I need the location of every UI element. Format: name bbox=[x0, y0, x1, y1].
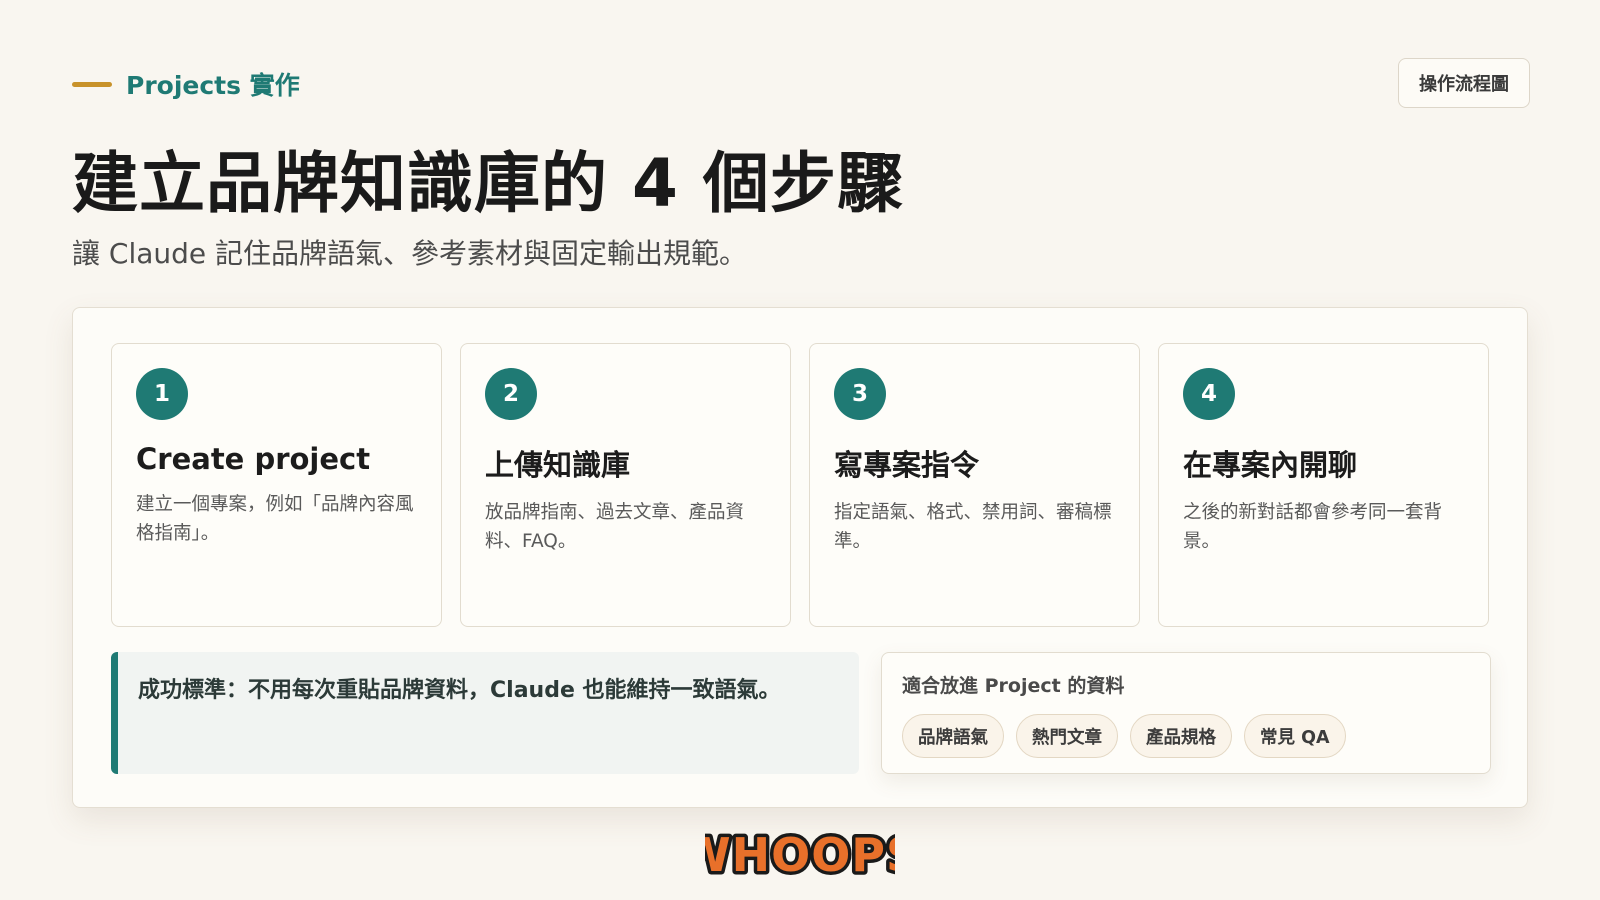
eyebrow-label: Projects 實作 bbox=[126, 71, 300, 100]
page-subtitle: 讓 Claude 記住品牌語氣、參考素材與固定輸出規範。 bbox=[72, 237, 748, 270]
whoops-logo-icon: WHOOPS WHOOPS bbox=[705, 826, 895, 882]
step-card-4: 4 在專案內開聊 之後的新對話都會參考同一套背景。 bbox=[1158, 343, 1489, 627]
step-description: 之後的新對話都會參考同一套背景。 bbox=[1183, 502, 1443, 552]
flow-chart-button[interactable]: 操作流程圖 bbox=[1398, 58, 1530, 108]
steps-row: 1 Create project 建立一個專案，例如「品牌內容風格指南」。 2 … bbox=[111, 343, 1489, 627]
step-number-badge: 4 bbox=[1183, 368, 1235, 420]
tag-brand-voice: 品牌語氣 bbox=[902, 714, 1004, 758]
step-number-badge: 2 bbox=[485, 368, 537, 420]
step-title: Create project bbox=[136, 442, 371, 476]
page: Projects 實作 操作流程圖 建立品牌知識庫的 4 個步驟 讓 Claud… bbox=[0, 0, 1600, 900]
step-card-1: 1 Create project 建立一個專案，例如「品牌內容風格指南」。 bbox=[111, 343, 442, 627]
suitable-data-tags: 品牌語氣 熱門文章 產品規格 常見 QA bbox=[902, 714, 1470, 758]
svg-text:WHOOPS: WHOOPS bbox=[705, 828, 895, 882]
step-description: 建立一個專案，例如「品牌內容風格指南」。 bbox=[136, 494, 414, 544]
success-criteria-callout: 成功標準：不用每次重貼品牌資料，Claude 也能維持一致語氣。 bbox=[111, 652, 859, 774]
steps-panel: 1 Create project 建立一個專案，例如「品牌內容風格指南」。 2 … bbox=[72, 307, 1528, 808]
step-description: 指定語氣、格式、禁用詞、審稿標準。 bbox=[834, 502, 1112, 552]
success-criteria-text: 成功標準：不用每次重貼品牌資料，Claude 也能維持一致語氣。 bbox=[138, 678, 781, 703]
whoops-logo: WHOOPS WHOOPS bbox=[0, 826, 1600, 882]
tag-product-specs: 產品規格 bbox=[1130, 714, 1232, 758]
suitable-data-card: 適合放進 Project 的資料 品牌語氣 熱門文章 產品規格 常見 QA bbox=[881, 652, 1491, 774]
suitable-data-title: 適合放進 Project 的資料 bbox=[902, 675, 1125, 697]
eyebrow-accent-line bbox=[72, 81, 112, 87]
step-title: 寫專案指令 bbox=[834, 448, 980, 482]
step-title: 上傳知識庫 bbox=[485, 448, 631, 482]
step-card-2: 2 上傳知識庫 放品牌指南、過去文章、產品資料、FAQ。 bbox=[460, 343, 791, 627]
eyebrow: Projects 實作 bbox=[72, 66, 300, 102]
step-number-badge: 3 bbox=[834, 368, 886, 420]
step-description: 放品牌指南、過去文章、產品資料、FAQ。 bbox=[485, 502, 745, 552]
tag-popular-articles: 熱門文章 bbox=[1016, 714, 1118, 758]
page-title: 建立品牌知識庫的 4 個步驟 bbox=[72, 145, 904, 222]
tag-faq: 常見 QA bbox=[1244, 714, 1346, 758]
step-card-3: 3 寫專案指令 指定語氣、格式、禁用詞、審稿標準。 bbox=[809, 343, 1140, 627]
step-number-badge: 1 bbox=[136, 368, 188, 420]
step-title: 在專案內開聊 bbox=[1183, 448, 1358, 482]
